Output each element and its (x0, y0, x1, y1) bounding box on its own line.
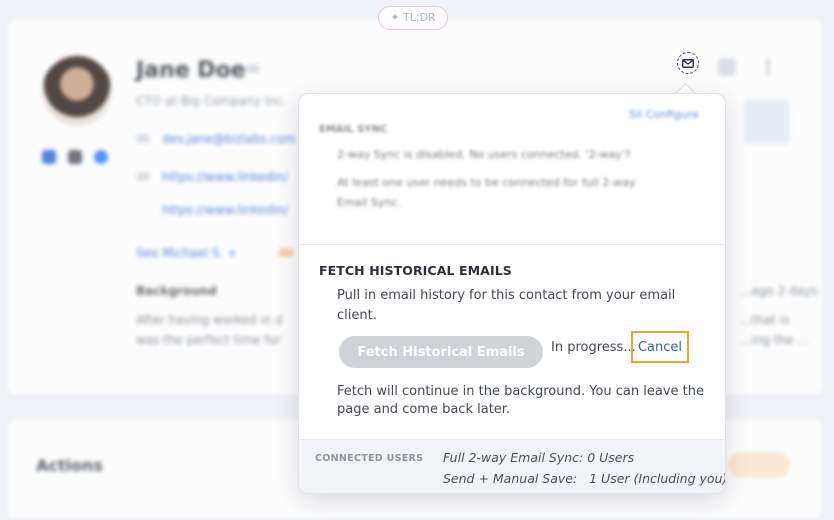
sync-line-3: Email Sync. (337, 196, 402, 209)
contact-subtitle: CTO at Big Company Inc. (136, 94, 287, 108)
edit-name-icon[interactable] (246, 64, 260, 73)
email-sync-button[interactable] (677, 52, 699, 74)
email-sync-section: Sil Configure EMAIL SYNC 2-way Sync is d… (299, 94, 725, 244)
actions-title: Actions (36, 456, 103, 475)
expand-panel[interactable] (744, 100, 790, 144)
envelope-icon (682, 58, 694, 68)
linkedin-icon[interactable] (42, 150, 56, 164)
mutual-link[interactable]: See Michael S. + (136, 246, 237, 260)
right-text-2: ...ing the ... (740, 333, 809, 347)
connected-line-2: Send + Manual Save: 1 User (Including yo… (443, 471, 726, 486)
background-text-1: After having worked in d (136, 313, 283, 327)
tag-pill (278, 248, 294, 257)
actions-pill[interactable] (728, 452, 790, 478)
connected-users-label: CONNECTED USERS (315, 453, 424, 464)
email-sync-label: EMAIL SYNC (319, 124, 388, 135)
mail-icon (136, 134, 150, 143)
fetch-historical-emails-button[interactable]: Fetch Historical Emails (339, 336, 543, 368)
background-text-2: was the perfect time for (136, 333, 281, 347)
link-icon (136, 172, 150, 181)
linkedin-link[interactable]: https://www.linkedin/ (162, 170, 288, 184)
right-text-1: ...that is (740, 313, 790, 327)
contact-avatar (42, 56, 112, 126)
cancel-label[interactable]: Cancel (638, 340, 682, 355)
x-icon[interactable] (68, 150, 82, 164)
edit-icon[interactable] (718, 58, 736, 76)
email-popover: Sil Configure EMAIL SYNC 2-way Sync is d… (298, 93, 726, 494)
progress-status: In progress... (551, 340, 636, 355)
more-icon[interactable] (766, 58, 770, 76)
configure-link[interactable]: Sil Configure (629, 108, 699, 121)
sync-line-1: 2-way Sync is disabled. No users connect… (337, 148, 631, 161)
right-text-3: ...ago 2 days (740, 284, 818, 298)
background-label: Background (136, 284, 217, 298)
connected-line-1: Full 2-way Email Sync: 0 Users (443, 450, 635, 465)
sync-line-2: At least one user needs to be connected … (337, 176, 636, 189)
tldr-button[interactable]: ✦ TL;DR (378, 6, 448, 30)
fetch-section-title: FETCH HISTORICAL EMAILS (319, 263, 512, 278)
cancel-link[interactable]: Cancel (631, 331, 689, 363)
linkedin-link-2[interactable]: https://www.linkedin/ (162, 203, 288, 217)
connected-users-footer: CONNECTED USERS Full 2-way Email Sync: 0… (299, 439, 726, 493)
email-link[interactable]: dev.jane@bizlabs.com (162, 132, 296, 146)
fetch-description: Pull in email history for this contact f… (337, 288, 676, 323)
fetch-note: Fetch will continue in the background. Y… (337, 384, 705, 417)
section-divider (299, 244, 725, 245)
contact-name: Jane Doe (136, 58, 246, 83)
facebook-icon[interactable] (94, 150, 108, 164)
